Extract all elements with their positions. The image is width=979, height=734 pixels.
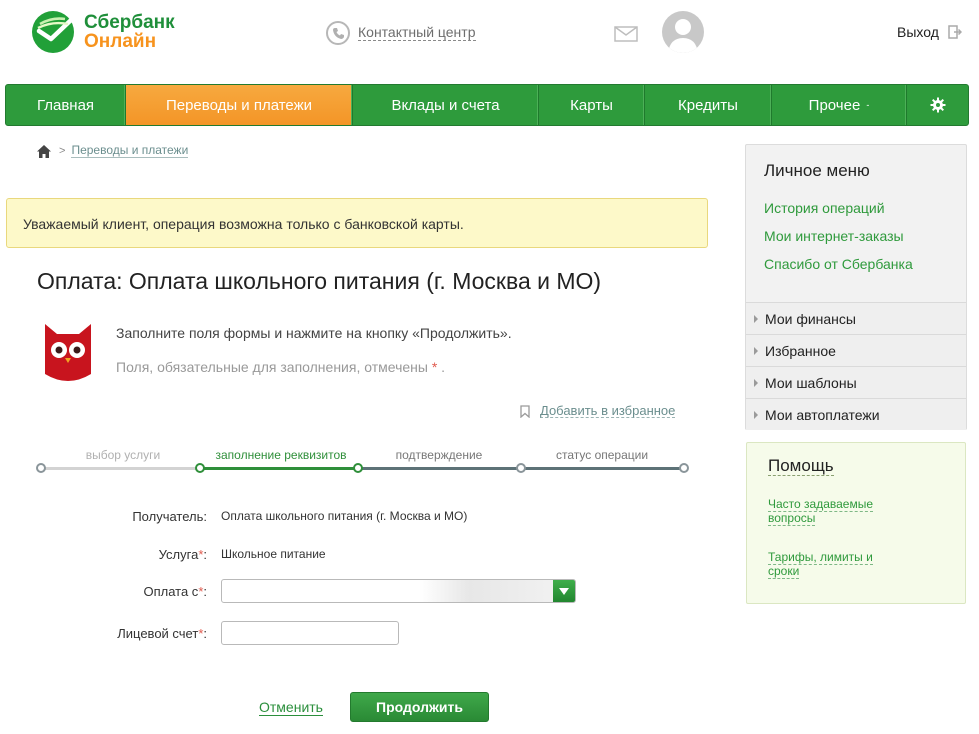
nav-item-main[interactable]: Главная [6, 85, 126, 125]
main-navigation: Главная Переводы и платежи Вклады и счет… [5, 84, 969, 126]
required-fields-note: Поля, обязательные для заполнения, отмеч… [116, 359, 446, 375]
owl-mascot-icon [45, 324, 91, 381]
logo-line-2: Онлайн [84, 31, 157, 52]
recipient-value: Оплата школьного питания (г. Москва и МО… [221, 509, 468, 523]
service-value: Школьное питание [221, 547, 326, 561]
step-dot-3 [353, 463, 363, 473]
gear-icon [930, 97, 945, 113]
link-internet-orders[interactable]: Мои интернет-заказы [764, 228, 904, 244]
logout-label: Выход [897, 24, 939, 40]
step-dot-4 [516, 463, 526, 473]
step-dot-5 [679, 463, 689, 473]
link-tariffs-limits[interactable]: Тарифы, лимиты и сроки [768, 550, 873, 579]
mail-icon[interactable] [614, 26, 638, 42]
contact-center-label: Контактный центр [358, 24, 476, 41]
breadcrumb-transfers-link[interactable]: Переводы и платежи [71, 144, 189, 158]
add-to-favorites-label: Добавить в избранное [540, 403, 676, 418]
user-avatar[interactable] [662, 11, 704, 53]
phone-icon [326, 21, 350, 45]
personal-menu-title: Личное меню [764, 161, 870, 180]
step-dot-1 [36, 463, 46, 473]
add-to-favorites-link[interactable]: Добавить в избранное [520, 403, 676, 418]
step-dot-2 [195, 463, 205, 473]
payment-from-label: Оплата с*: [143, 583, 207, 599]
step-label-fill-details: заполнение реквизитов [215, 448, 347, 462]
nav-item-deposits-accounts[interactable]: Вклады и счета [353, 85, 539, 125]
step-line-1 [41, 467, 200, 470]
recipient-row: Получатель: Оплата школьного питания (г.… [0, 504, 700, 528]
account-number-input[interactable] [221, 621, 399, 645]
triangle-right-icon [754, 410, 758, 419]
step-line-2 [200, 467, 358, 470]
step-label-confirm: подтверждение [395, 448, 483, 462]
logo-line-1: Сбербанк [84, 12, 175, 33]
chevron-down-icon [559, 587, 569, 595]
bookmark-icon [520, 404, 530, 418]
help-title[interactable]: Помощь [768, 456, 834, 476]
section-my-autopayments[interactable]: Мои автоплатежи [746, 398, 966, 430]
link-operations-history[interactable]: История операций [764, 200, 885, 216]
card-only-notice: Уважаемый клиент, операция возможна толь… [6, 198, 708, 248]
personal-menu: Личное меню История операций Мои интерне… [745, 144, 967, 430]
triangle-right-icon [754, 346, 758, 355]
step-label-choose-service: выбор услуги [85, 448, 161, 462]
section-my-templates[interactable]: Мои шаблоны [746, 366, 966, 398]
payment-from-select[interactable] [221, 579, 576, 603]
breadcrumb: > Переводы и платежи [37, 144, 189, 158]
sberbank-logo-icon [32, 11, 74, 53]
form-instructions: Заполните поля формы и нажмите на кнопку… [116, 325, 512, 341]
service-row: Услуга*: Школьное питание [0, 542, 700, 566]
service-label: Услуга*: [158, 546, 207, 562]
nav-item-transfers-payments[interactable]: Переводы и платежи [126, 85, 353, 125]
nav-settings-button[interactable] [907, 85, 968, 125]
home-icon[interactable] [37, 144, 51, 158]
triangle-right-icon [754, 378, 758, 387]
required-asterisk: * [431, 359, 438, 375]
logout-icon [948, 25, 962, 39]
nav-item-cards[interactable]: Карты [539, 85, 645, 125]
section-favorites[interactable]: Избранное [746, 334, 966, 366]
cancel-link[interactable]: Отменить [259, 700, 323, 716]
user-icon [668, 19, 698, 53]
account-label: Лицевой счет*: [117, 625, 207, 641]
triangle-right-icon [754, 314, 758, 323]
continue-button[interactable]: Продолжить [350, 692, 489, 722]
link-faq[interactable]: Часто задаваемые вопросы [768, 497, 874, 526]
logout-button[interactable]: Выход [897, 24, 962, 40]
chevron-down-icon: - [866, 100, 870, 110]
page-title: Оплата: Оплата школьного питания (г. Мос… [37, 268, 602, 294]
recipient-label: Получатель: [132, 508, 207, 524]
nav-item-credits[interactable]: Кредиты [645, 85, 772, 125]
progress-steps: выбор услуги заполнение реквизитов подтв… [36, 445, 689, 475]
nav-item-other[interactable]: Прочее - [772, 85, 907, 125]
section-my-finances[interactable]: Мои финансы [746, 302, 966, 334]
link-spasibo[interactable]: Спасибо от Сбербанка [764, 256, 913, 272]
sberbank-online-logo[interactable]: Сбербанк Онлайн [30, 9, 190, 55]
step-label-status: статус операции [555, 448, 649, 462]
help-panel: Помощь Часто задаваемые вопросы Тарифы, … [746, 442, 966, 604]
dropdown-button[interactable] [553, 580, 575, 602]
breadcrumb-separator: > [59, 145, 66, 157]
contact-center-link[interactable]: Контактный центр [326, 21, 476, 45]
